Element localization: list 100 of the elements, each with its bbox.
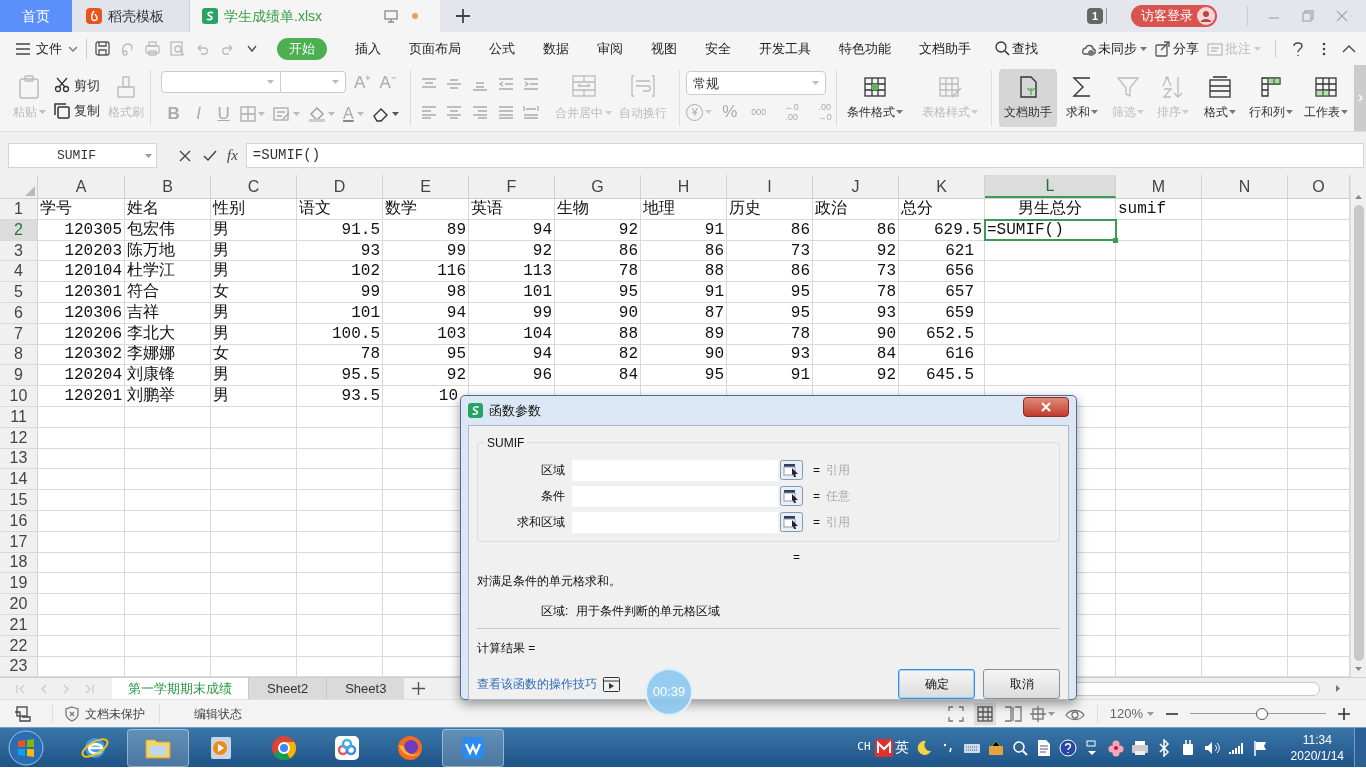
doc-assistant-button[interactable]: 文档助手 <box>999 69 1057 127</box>
table-cell[interactable]: 120203 <box>38 240 125 261</box>
table-cell[interactable]: 95 <box>727 303 813 323</box>
show-desktop-button[interactable] <box>1354 728 1366 767</box>
sum-button[interactable]: 求和 <box>1062 69 1103 127</box>
column-title-cell[interactable]: 地理 <box>641 199 727 219</box>
column-title-cell[interactable]: 历史 <box>727 199 813 219</box>
row-header[interactable]: 14 <box>0 469 38 490</box>
table-cell[interactable]: 90 <box>641 344 727 365</box>
column-header[interactable]: I <box>727 175 813 198</box>
row-header[interactable]: 10 <box>0 386 38 406</box>
table-cell[interactable]: 91 <box>727 365 813 386</box>
row-header[interactable]: 17 <box>0 531 38 552</box>
column-title-cell[interactable]: 政治 <box>813 199 899 219</box>
table-cell[interactable]: 84 <box>813 344 899 365</box>
table-cell[interactable]: 92 <box>813 365 899 386</box>
table-cell[interactable]: 89 <box>641 323 727 344</box>
column-header[interactable]: L <box>985 175 1116 198</box>
vertical-scrollbar[interactable] <box>1350 175 1366 677</box>
table-cell[interactable]: 101 <box>297 303 383 323</box>
column-title-cell[interactable]: 生物 <box>555 199 641 219</box>
table-cell[interactable]: 男 <box>211 365 297 386</box>
table-cell[interactable]: 102 <box>297 261 383 282</box>
sheet-tab[interactable]: 第一学期期末成绩 <box>112 678 248 699</box>
number-format-dropdown[interactable]: 常规 <box>686 71 827 96</box>
table-cell[interactable]: 陈万地 <box>125 240 211 261</box>
help-circle-icon[interactable] <box>1058 738 1077 757</box>
save-icon[interactable] <box>95 41 110 56</box>
table-cell[interactable]: 92 <box>469 240 555 261</box>
table-cell[interactable]: 86 <box>641 240 727 261</box>
clock[interactable]: 11:34 2020/1/14 <box>1290 731 1344 764</box>
monitor-icon[interactable] <box>384 9 398 23</box>
more-icon[interactable] <box>1322 41 1326 56</box>
column-header[interactable]: A <box>38 175 125 198</box>
insert-function-button[interactable]: fx <box>227 144 238 167</box>
table-cell[interactable]: 116 <box>383 261 469 282</box>
table-cell[interactable]: 90 <box>555 303 641 323</box>
ime-mode[interactable]: 英 <box>894 737 909 758</box>
add-sheet-icon[interactable] <box>412 682 426 695</box>
font-size-field[interactable] <box>281 71 347 94</box>
table-cell[interactable]: 95 <box>727 282 813 302</box>
table-cell[interactable]: 93 <box>297 240 383 261</box>
column-header[interactable]: F <box>469 175 555 198</box>
row-header[interactable]: 4 <box>0 261 38 282</box>
row-header[interactable]: 6 <box>0 303 38 323</box>
chevron-down-icon[interactable] <box>68 45 78 52</box>
table-cell[interactable]: 男 <box>211 303 297 323</box>
login-button[interactable]: 访客登录 <box>1131 5 1217 27</box>
file-menu[interactable]: 文件 <box>36 38 62 59</box>
table-cell[interactable]: 100.5 <box>297 323 383 344</box>
table-cell[interactable]: 96 <box>469 365 555 386</box>
ribbon-tab[interactable]: 页面布局 <box>409 38 461 59</box>
fill-bucket-icon[interactable] <box>308 105 327 122</box>
table-cell[interactable]: 包宏伟 <box>125 219 211 240</box>
table-cell[interactable]: 104 <box>469 323 555 344</box>
table-cell[interactable]: 94 <box>469 219 555 240</box>
row-header[interactable]: 2 <box>0 219 38 240</box>
ribbon-tab[interactable]: 文档助手 <box>919 38 971 59</box>
table-cell[interactable]: 92 <box>813 240 899 261</box>
cut-button[interactable]: 剪切 <box>54 75 100 95</box>
table-cell[interactable]: 113 <box>469 261 555 282</box>
table-cell[interactable]: 86 <box>727 219 813 240</box>
magnifier-icon[interactable] <box>1010 738 1029 757</box>
row-header[interactable]: 7 <box>0 323 38 344</box>
table-cell[interactable]: 659 <box>899 303 985 323</box>
more-dropdown-icon[interactable] <box>247 44 257 53</box>
table-cell[interactable]: 吉祥 <box>125 303 211 323</box>
rows-columns-button[interactable]: 行和列 <box>1246 69 1296 127</box>
table-cell[interactable]: 120206 <box>38 323 125 344</box>
protection-status[interactable]: 文档未保护 <box>65 704 145 723</box>
column-header[interactable]: N <box>1202 175 1288 198</box>
column-header[interactable]: B <box>125 175 211 198</box>
table-cell[interactable]: 93 <box>813 303 899 323</box>
column-title-cell[interactable]: 语文 <box>297 199 383 219</box>
table-cell[interactable]: 656 <box>899 261 985 282</box>
function-tips-link[interactable]: 查看该函数的操作技巧 <box>477 675 597 693</box>
row-header[interactable]: 19 <box>0 573 38 594</box>
column-header[interactable]: E <box>383 175 469 198</box>
table-cell[interactable]: 95 <box>555 282 641 302</box>
table-cell[interactable]: 男 <box>211 261 297 282</box>
format-button[interactable]: 格式 <box>1199 69 1241 127</box>
plus-icon[interactable] <box>455 8 471 24</box>
table-cell[interactable]: 99 <box>383 240 469 261</box>
name-box[interactable]: SUMIF <box>8 143 157 168</box>
cancel-button[interactable]: 取消 <box>983 669 1060 699</box>
ribbon-tab[interactable]: 安全 <box>705 38 731 59</box>
search-button[interactable]: 查找 <box>995 38 1038 59</box>
table-cell[interactable]: 86 <box>813 219 899 240</box>
table-cell[interactable]: 86 <box>555 240 641 261</box>
printer-icon[interactable] <box>1130 738 1149 757</box>
table-cell[interactable]: 92 <box>383 365 469 386</box>
table-cell[interactable]: 120305 <box>38 219 125 240</box>
range-picker-button[interactable] <box>780 486 803 506</box>
worksheet-button[interactable]: 工作表 <box>1301 69 1352 127</box>
table-cell[interactable]: 女 <box>211 344 297 365</box>
table-cell[interactable]: 99 <box>469 303 555 323</box>
table-cell[interactable]: =SUMIF() <box>985 219 1116 240</box>
column-header[interactable]: J <box>813 175 899 198</box>
table-cell[interactable]: 621 <box>899 240 985 261</box>
column-title-cell[interactable]: 男生总分 <box>985 199 1116 219</box>
